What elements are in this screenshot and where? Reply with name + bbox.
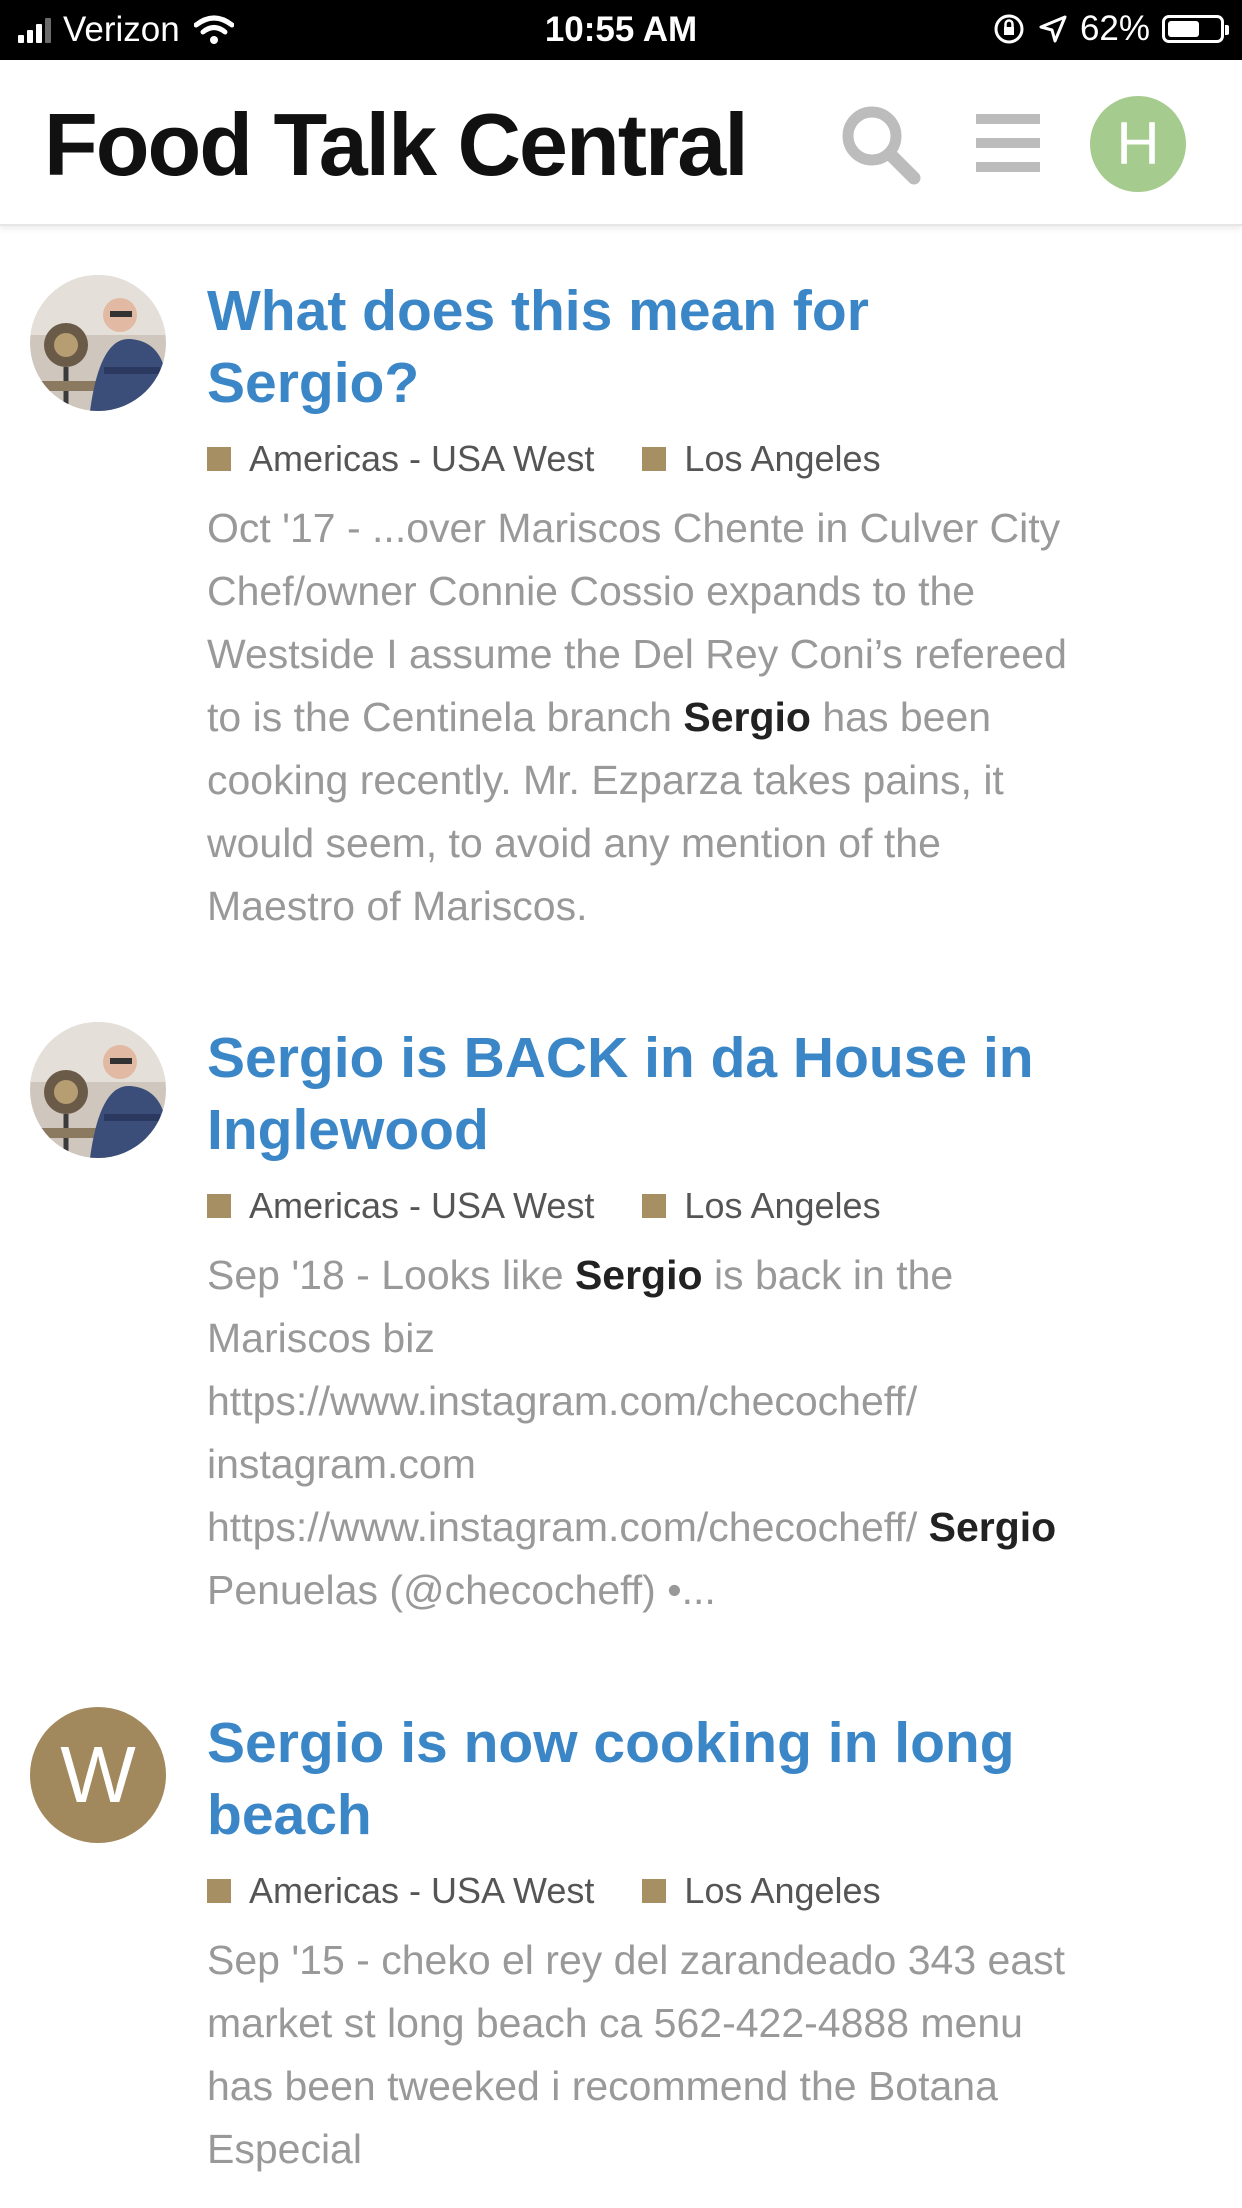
category-label: Los Angeles [684,1185,881,1226]
title-text: ? [384,351,420,415]
category-label: Americas - USA West [249,1870,595,1911]
user-avatar-letter[interactable]: W [30,1707,166,1843]
category-label: Americas - USA West [249,438,595,479]
user-avatar-photo[interactable] [30,275,166,411]
category-swatch [642,447,667,471]
category-swatch [642,1194,667,1218]
user-avatar[interactable]: H [1090,96,1186,192]
category-swatch [207,1194,231,1218]
snippet-highlight: Sergio [683,694,811,740]
snippet-highlight: Sergio [574,1252,703,1298]
battery-percent: 62% [1079,9,1150,48]
site-title[interactable]: Food Talk Central [44,94,749,196]
result-title[interactable]: Sergio is BACK in da House in Inglewood [207,1022,1087,1166]
category-list: Americas - USA West Los Angeles [207,1869,1087,1913]
category-tag[interactable]: Americas - USA West [207,1870,594,1912]
status-right: 62% [992,9,1229,49]
category-swatch [207,447,231,471]
location-arrow-icon [1039,15,1067,43]
category-swatch [207,1879,231,1903]
result-snippet: Sep '18 - Looks like Sergio is back in t… [207,1244,1087,1622]
hamburger-menu-icon [976,114,1040,124]
snippet-text: Penuelas (@checocheff) •... [207,1567,716,1613]
result-snippet: Oct '17 - ...over Mariscos Chente in Cul… [207,497,1087,938]
category-tag[interactable]: Americas - USA West [207,438,594,480]
result-title[interactable]: What does this mean for Sergio? [207,275,1087,419]
status-bar: Verizon 10:55 AM 62% [0,0,1242,60]
category-label: Los Angeles [684,1870,881,1911]
title-highlight: Sergio [207,1026,385,1090]
category-tag[interactable]: Americas - USA West [207,1185,594,1227]
result-snippet: Sep '15 - cheko el rey del zarandeado 34… [207,1937,1066,2172]
category-list: Americas - USA West Los Angeles [207,437,1087,481]
title-text: What does this mean for [207,279,869,343]
battery-fill [1168,21,1199,37]
battery-icon [1162,15,1229,43]
orientation-lock-icon [994,14,1024,44]
category-tag[interactable]: Los Angeles [642,1185,881,1227]
category-tag[interactable]: Los Angeles [642,1870,881,1912]
hamburger-line [976,138,1040,148]
snippet-text: Sep '18 - Looks like [207,1252,564,1298]
app-header: Food Talk Central H [0,60,1242,226]
hamburger-line [976,162,1040,172]
menu-button[interactable] [970,110,1046,176]
title-highlight: Sergio [207,1711,385,1775]
avatar-photo-icon [30,275,166,411]
category-label: Los Angeles [684,438,881,479]
result-title[interactable]: Sergio is now cooking in long beach [207,1707,1087,1851]
title-highlight: Sergio [207,351,385,415]
search-button[interactable] [838,102,922,186]
avatar-photo-icon [30,1022,166,1158]
search-icon [842,106,921,185]
category-list: Americas - USA West Los Angeles [207,1184,1087,1228]
category-tag[interactable]: Los Angeles [642,438,881,480]
category-label: Americas - USA West [249,1185,595,1226]
user-avatar-photo[interactable] [30,1022,166,1158]
snippet-highlight: Sergio [928,1504,1057,1550]
category-swatch [642,1879,667,1903]
